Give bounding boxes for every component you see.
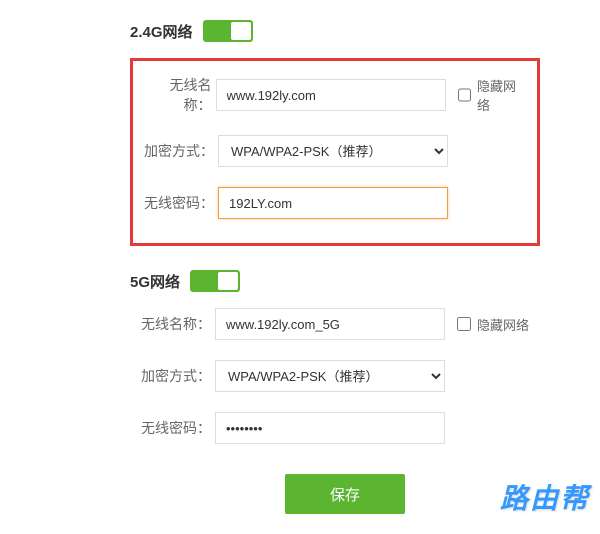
toggle-5g[interactable] [190,270,240,292]
save-button[interactable]: 保存 [285,474,405,514]
toggle-24g[interactable] [203,20,253,42]
password-24g-label: 无线密码： [143,193,218,213]
hide-24g-label: 隐藏网络 [477,76,527,114]
encryption-24g-label: 加密方式： [143,141,218,161]
ssid-24g-label: 无线名称： [143,75,216,115]
password-5g-label: 无线密码： [130,418,215,438]
hide-5g-checkbox[interactable] [457,317,471,331]
ssid-5g-label: 无线名称： [130,314,215,334]
toggle-5g-knob [218,272,238,290]
watermark-text: 路由帮 [500,477,590,517]
section-24g-title: 2.4G网络 [130,21,193,42]
hide-5g-label: 隐藏网络 [477,315,529,334]
ssid-5g-input[interactable] [215,308,445,340]
section-5g-title: 5G网络 [130,271,180,292]
password-5g-input[interactable] [215,412,445,444]
encryption-5g-label: 加密方式： [130,366,215,386]
encryption-5g-select[interactable]: WPA/WPA2-PSK（推荐） [215,360,445,392]
password-24g-input[interactable] [218,187,448,219]
encryption-24g-select[interactable]: WPA/WPA2-PSK（推荐） [218,135,448,167]
hide-24g-checkbox[interactable] [458,88,471,102]
ssid-24g-input[interactable] [216,79,446,111]
toggle-24g-knob [231,22,251,40]
highlight-24g-box: 无线名称： 隐藏网络 加密方式： WPA/WPA2-PSK（推荐） 无线密码： [130,58,540,246]
